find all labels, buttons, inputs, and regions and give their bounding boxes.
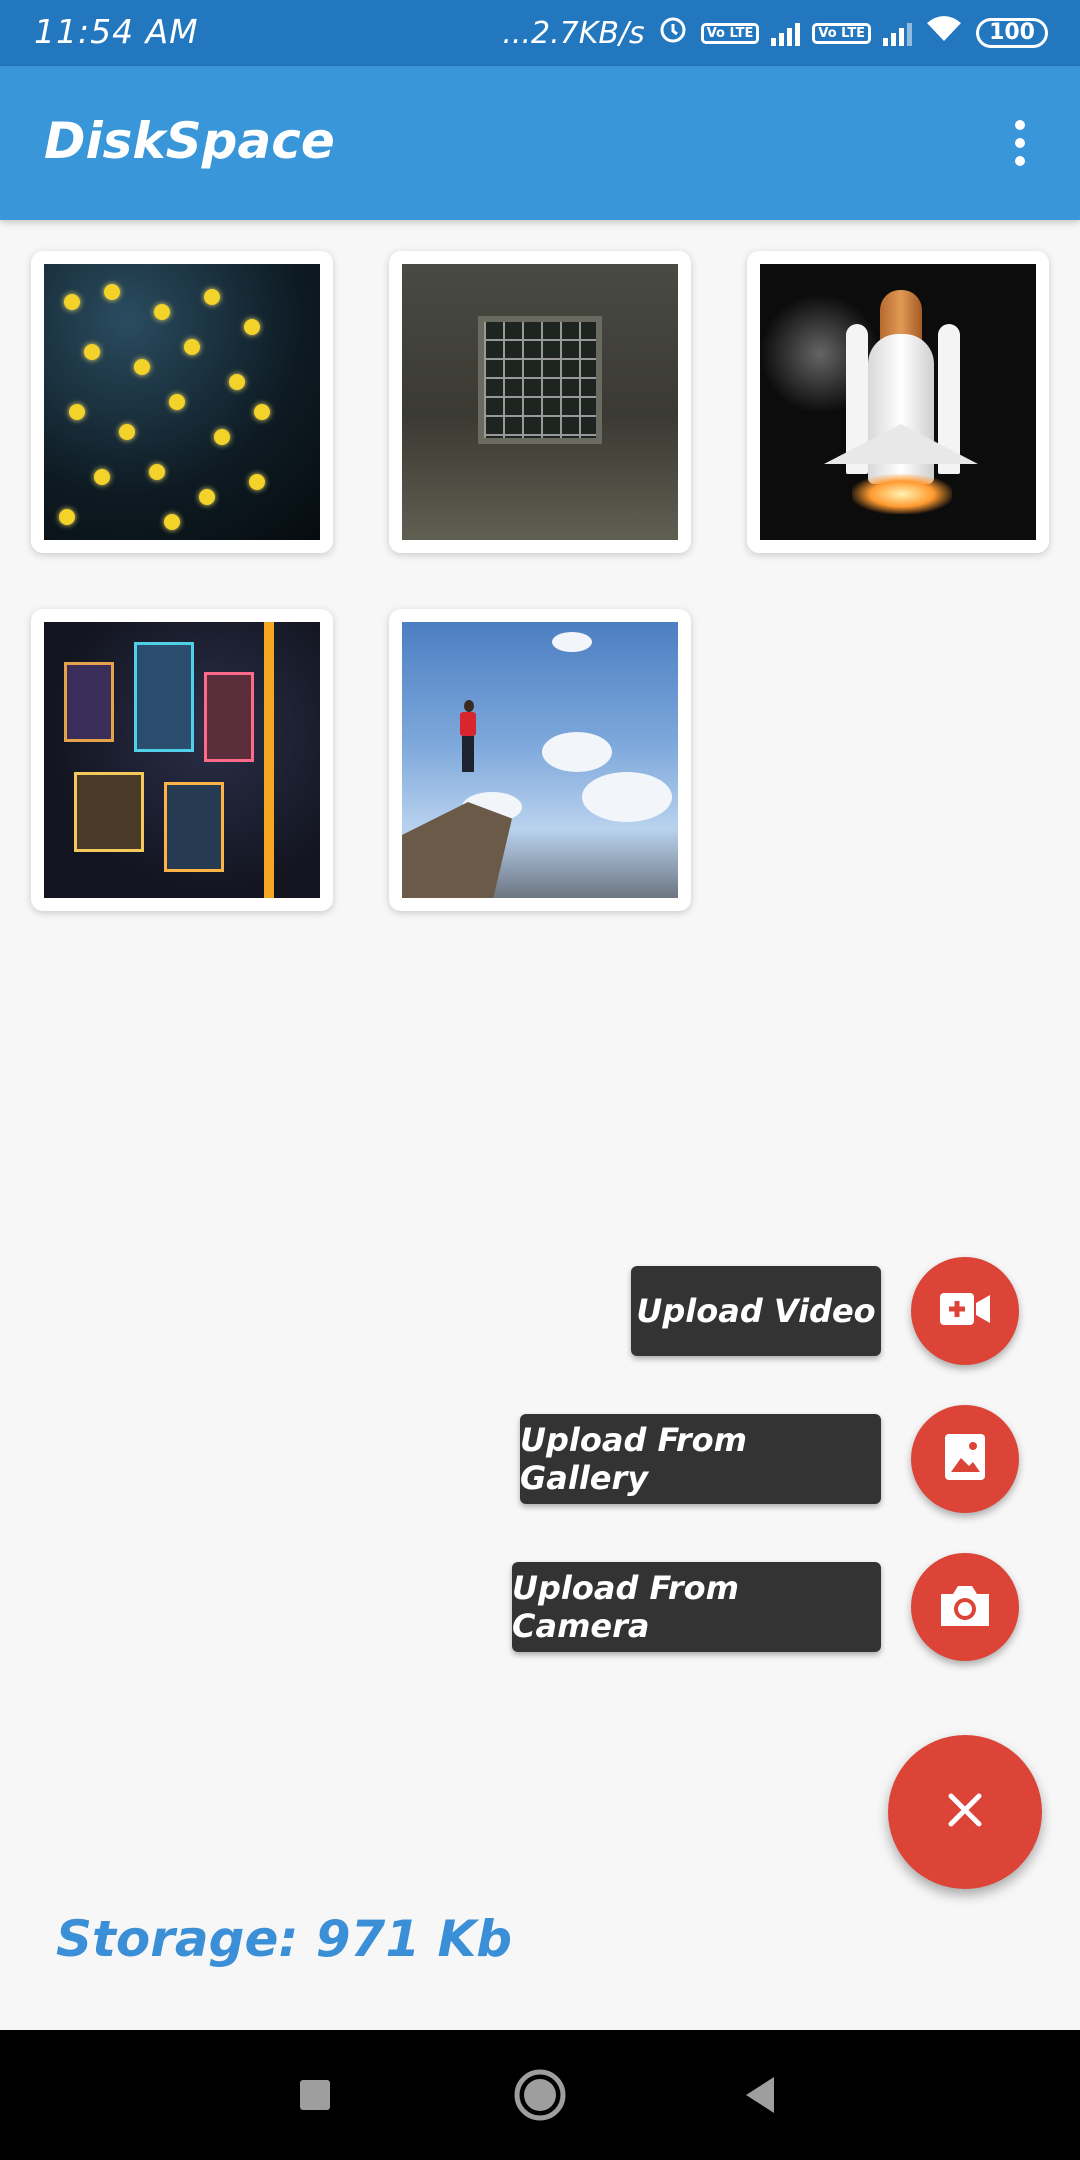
upload-camera-label[interactable]: Upload From Camera xyxy=(512,1562,881,1652)
image-space-shuttle xyxy=(760,264,1036,540)
upload-camera-button[interactable] xyxy=(911,1553,1019,1661)
wifi-icon xyxy=(924,13,964,53)
camera-icon xyxy=(937,1582,993,1632)
app-title: DiskSpace xyxy=(44,112,335,170)
image-icon xyxy=(943,1432,987,1486)
status-bar: 11:54 AM ...2.7KB/s Vo LTE Vo LTE 100 xyxy=(0,0,1080,66)
recents-icon[interactable] xyxy=(255,2030,375,2160)
speed-dial-close-button[interactable] xyxy=(888,1735,1042,1889)
network-speed: ...2.7KB/s xyxy=(502,15,645,51)
home-icon[interactable] xyxy=(480,2030,600,2160)
image-hiker-cliff xyxy=(402,622,678,898)
battery-icon: 100 xyxy=(976,18,1048,48)
volte-badge-2: Vo LTE xyxy=(812,22,872,44)
storage-usage-text: Storage: 971 Kb xyxy=(56,1910,513,1968)
gallery-thumbnail[interactable] xyxy=(389,251,691,553)
gallery-thumbnail[interactable] xyxy=(747,251,1049,553)
signal-icon-2 xyxy=(883,20,913,46)
upload-video-label[interactable]: Upload Video xyxy=(631,1266,881,1356)
alarm-icon xyxy=(657,13,689,53)
overflow-menu-icon[interactable] xyxy=(990,108,1050,178)
back-icon[interactable] xyxy=(700,2030,820,2160)
image-barred-window xyxy=(402,264,678,540)
gallery-thumbnail[interactable] xyxy=(31,251,333,553)
upload-gallery-button[interactable] xyxy=(911,1405,1019,1513)
volte-badge-1: Vo LTE xyxy=(700,22,760,44)
video-add-icon xyxy=(938,1289,992,1333)
app-bar: DiskSpace xyxy=(0,66,1080,220)
status-time: 11:54 AM xyxy=(34,12,199,51)
signal-icon xyxy=(771,20,801,46)
system-nav-bar xyxy=(0,2030,1080,2160)
upload-video-button[interactable] xyxy=(911,1257,1019,1365)
gallery-thumbnail[interactable] xyxy=(389,609,691,911)
status-icons: ...2.7KB/s Vo LTE Vo LTE 100 xyxy=(502,10,1048,56)
close-icon xyxy=(947,1792,983,1832)
gallery-thumbnail[interactable] xyxy=(31,609,333,911)
upload-gallery-label[interactable]: Upload From Gallery xyxy=(520,1414,881,1504)
image-city-night xyxy=(44,622,320,898)
image-yellow-lights xyxy=(44,264,320,540)
